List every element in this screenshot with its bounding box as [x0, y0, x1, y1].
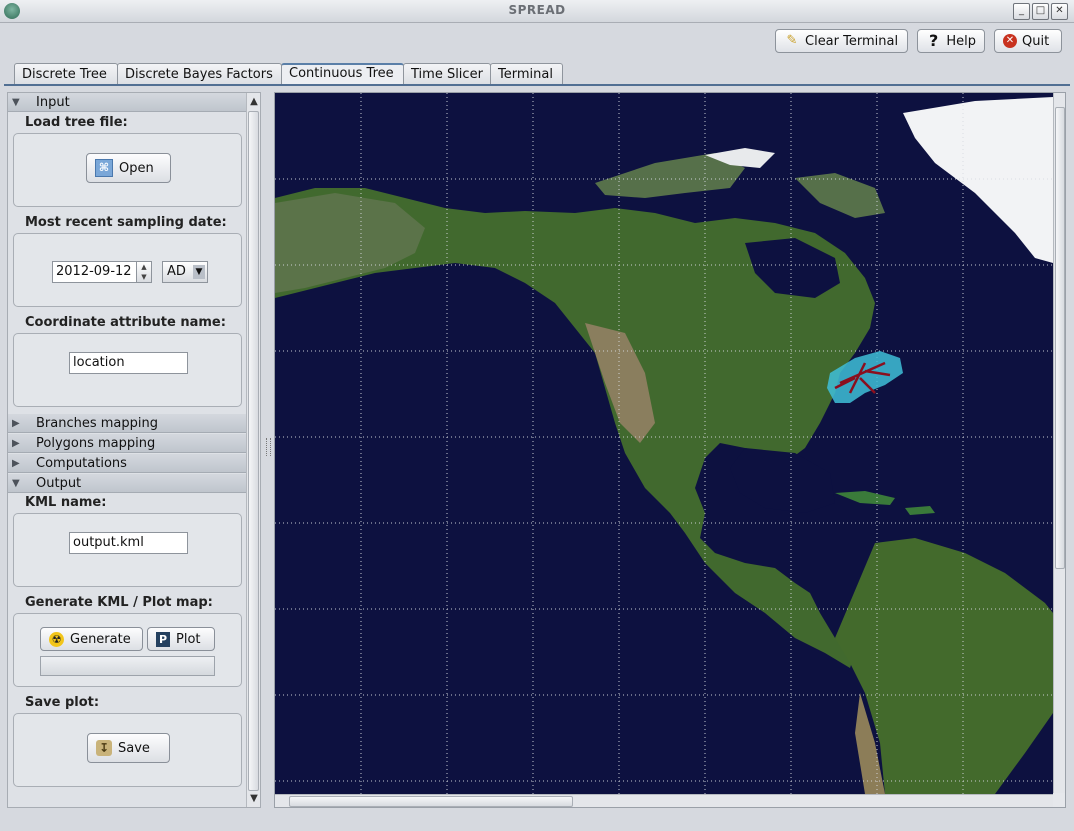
section-polygons-mapping[interactable]: ▶ Polygons mapping: [8, 434, 246, 453]
save-icon: ↧: [96, 740, 112, 756]
kml-name-field[interactable]: output.kml: [69, 532, 188, 554]
save-plot-label: Save plot:: [25, 695, 100, 710]
coord-attr-label: Coordinate attribute name:: [25, 315, 226, 330]
panel-scroll-thumb[interactable]: [248, 111, 259, 791]
section-branches-label: Branches mapping: [36, 416, 158, 431]
generate-label: Generate KML / Plot map:: [25, 595, 213, 610]
generate-button[interactable]: ☢ Generate: [40, 627, 143, 651]
expanded-icon: ▼: [12, 97, 20, 108]
panel-scrollbar[interactable]: ▲ ▼: [246, 93, 260, 807]
era-select[interactable]: AD ▼: [162, 261, 208, 283]
progress-bar: [40, 656, 215, 676]
save-plot-box: ↧ Save: [13, 713, 242, 787]
kml-name-box: output.kml: [13, 513, 242, 587]
section-polygons-label: Polygons mapping: [36, 436, 156, 451]
chevron-down-icon: ▼: [193, 265, 205, 279]
help-label: Help: [946, 33, 976, 49]
plot-icon: P: [156, 631, 170, 647]
tab-underline: [4, 84, 1070, 86]
map-horizontal-scrollbar[interactable]: [275, 794, 1053, 807]
section-branches-mapping[interactable]: ▶ Branches mapping: [8, 414, 246, 433]
grip-icon: [266, 438, 271, 456]
collapsed-icon: ▶: [12, 438, 20, 449]
map-hscroll-thumb[interactable]: [289, 796, 573, 807]
tab-bar: Discrete Tree Discrete Bayes Factors Con…: [14, 63, 563, 85]
scroll-down-icon[interactable]: ▼: [247, 792, 260, 806]
coord-attr-field[interactable]: location: [69, 352, 188, 374]
maximize-icon[interactable]: □: [1032, 3, 1049, 20]
window-title: SPREAD: [508, 3, 566, 17]
plot-button-label: Plot: [176, 631, 201, 647]
load-tree-box: ⌘ Open: [13, 133, 242, 207]
close-icon[interactable]: ✕: [1051, 3, 1068, 20]
minimize-icon[interactable]: _: [1013, 3, 1030, 20]
clear-terminal-button[interactable]: ✎ Clear Terminal: [775, 29, 908, 53]
section-input[interactable]: ▼ Input: [8, 93, 246, 112]
section-computations-label: Computations: [36, 456, 127, 471]
tab-discrete-bayes-factors[interactable]: Discrete Bayes Factors: [117, 63, 282, 84]
clear-terminal-label: Clear Terminal: [805, 33, 899, 49]
plot-button[interactable]: P Plot: [147, 627, 215, 651]
expanded-icon: ▼: [12, 478, 20, 489]
section-output-label: Output: [36, 476, 82, 491]
title-bar: SPREAD _ □ ✕: [0, 0, 1074, 23]
settings-panel: ▼ Input Load tree file: ⌘ Open Most rece…: [7, 92, 261, 808]
kml-name-label: KML name:: [25, 495, 107, 510]
radiation-icon: ☢: [49, 631, 64, 647]
map-canvas[interactable]: [275, 93, 1053, 794]
era-value: AD: [167, 264, 186, 279]
section-output[interactable]: ▼ Output: [8, 474, 246, 493]
tab-terminal[interactable]: Terminal: [490, 63, 563, 84]
tab-time-slicer[interactable]: Time Slicer: [403, 63, 491, 84]
collapsed-icon: ▶: [12, 458, 20, 469]
date-field[interactable]: 2012-09-12: [52, 261, 137, 283]
quit-label: Quit: [1022, 33, 1050, 49]
help-icon: ?: [929, 31, 939, 50]
sampling-date-box: 2012-09-12 ▲ ▼ AD ▼: [13, 233, 242, 307]
save-button[interactable]: ↧ Save: [87, 733, 170, 763]
scroll-up-icon[interactable]: ▲: [247, 95, 260, 109]
coord-attr-box: location: [13, 333, 242, 407]
generate-box: ☢ Generate P Plot: [13, 613, 242, 687]
help-button[interactable]: ? Help: [917, 29, 985, 53]
quit-icon: ✕: [1003, 34, 1017, 48]
broom-icon: ✎: [786, 33, 798, 48]
open-label: Open: [119, 160, 154, 176]
sampling-date-label: Most recent sampling date:: [25, 215, 227, 230]
section-input-label: Input: [36, 95, 70, 110]
file-icon: ⌘: [95, 159, 113, 177]
open-button[interactable]: ⌘ Open: [86, 153, 171, 183]
tab-discrete-tree[interactable]: Discrete Tree: [14, 63, 118, 84]
section-computations[interactable]: ▶ Computations: [8, 454, 246, 473]
date-spinner[interactable]: ▲ ▼: [136, 261, 152, 283]
collapsed-icon: ▶: [12, 418, 20, 429]
save-button-label: Save: [118, 740, 150, 756]
quit-button[interactable]: ✕ Quit: [994, 29, 1062, 53]
map-vscroll-thumb[interactable]: [1055, 107, 1065, 569]
generate-button-label: Generate: [70, 631, 131, 647]
load-tree-label: Load tree file:: [25, 115, 128, 130]
map-vertical-scrollbar[interactable]: [1053, 93, 1065, 793]
split-pane-divider[interactable]: [264, 92, 272, 808]
tab-continuous-tree[interactable]: Continuous Tree: [281, 63, 404, 84]
map-view[interactable]: [274, 92, 1066, 808]
